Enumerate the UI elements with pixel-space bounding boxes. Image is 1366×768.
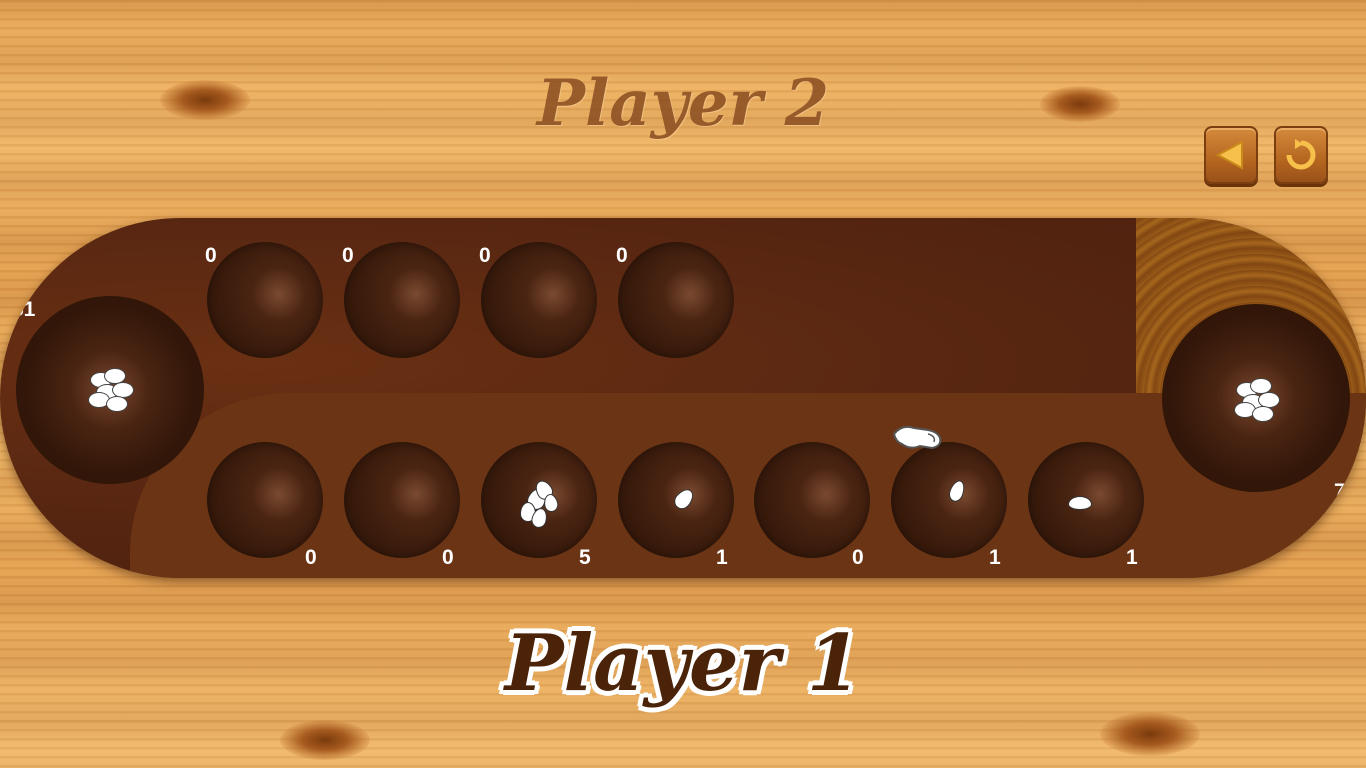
- player1-pit-count: 1: [989, 546, 1001, 569]
- seed: [1068, 496, 1092, 510]
- store-seeds: [1232, 376, 1282, 426]
- player1-pit-count: 0: [442, 546, 454, 569]
- player2-pit-count: 0: [479, 244, 491, 267]
- player2-pit[interactable]: [618, 242, 734, 358]
- pointer-hand-icon: [892, 425, 942, 450]
- player2-pit-count: 0: [342, 244, 354, 267]
- game-board: 0 0 0 0 0 0 5 1 0 1 1 51 79: [0, 218, 1366, 578]
- player1-store-count: 79: [1334, 480, 1358, 503]
- player2-pit-count: 0: [205, 244, 217, 267]
- player1-pit[interactable]: [344, 442, 460, 558]
- player1-pit[interactable]: [754, 442, 870, 558]
- back-arrow-icon: [1215, 140, 1243, 170]
- player1-pit-count: 5: [579, 546, 591, 569]
- player1-pit[interactable]: [207, 442, 323, 558]
- player2-pit[interactable]: [481, 242, 597, 358]
- restart-icon: [1286, 139, 1316, 170]
- player2-pit[interactable]: [344, 242, 460, 358]
- player2-pit-count: 0: [616, 244, 628, 267]
- player2-pit[interactable]: [207, 242, 323, 358]
- player1-pit[interactable]: [891, 442, 1007, 558]
- store-seeds: [86, 366, 136, 416]
- player1-label: Player 1: [504, 618, 862, 709]
- player2-store-count: 51: [12, 298, 36, 321]
- player1-pit-count: 1: [1126, 546, 1138, 569]
- wood-knot: [280, 720, 370, 760]
- player1-pit-count: 0: [852, 546, 864, 569]
- wood-knot: [1100, 712, 1200, 756]
- player1-pit-count: 0: [305, 546, 317, 569]
- restart-button[interactable]: [1274, 126, 1328, 184]
- player2-label: Player 2: [536, 66, 830, 141]
- back-button[interactable]: [1204, 126, 1258, 184]
- player1-pit-count: 1: [716, 546, 728, 569]
